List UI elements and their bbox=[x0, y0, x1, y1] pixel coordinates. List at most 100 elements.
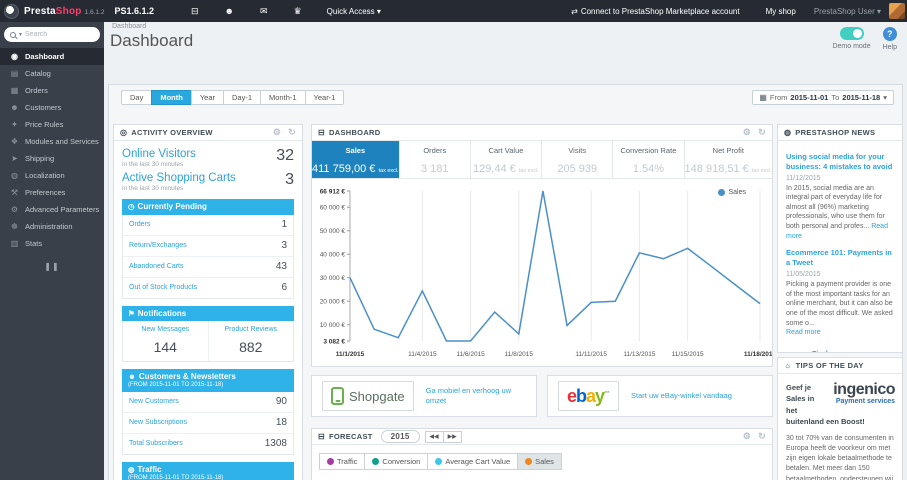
customers-quick-icon[interactable]: ☻ bbox=[225, 6, 234, 16]
ebay-letter: e bbox=[567, 386, 577, 406]
tab-cart-value[interactable]: Cart Value 129,44 € tax excl. bbox=[471, 141, 543, 178]
sidebar-item-catalog[interactable]: ▤ Catalog bbox=[0, 65, 104, 82]
news-article-title[interactable]: Ecommerce 101: Payments in a Tweet bbox=[786, 248, 895, 268]
tab-sales[interactable]: Sales 411 759,00 € tax excl. bbox=[312, 141, 400, 178]
tab-orders[interactable]: Orders 3 181 bbox=[400, 141, 471, 178]
sidebar-item-preferences[interactable]: ⚒ Preferences bbox=[0, 184, 104, 201]
sidebar-search[interactable]: ▾ bbox=[4, 27, 100, 42]
sidebar-item-label: Price Rules bbox=[25, 120, 64, 129]
excerpt-text: Picking a payment provider is one of the… bbox=[786, 280, 893, 327]
breadcrumb[interactable]: Dashboard bbox=[112, 23, 146, 30]
product-reviews-value: 882 bbox=[239, 339, 263, 356]
demo-mode-toggle[interactable] bbox=[839, 27, 864, 40]
filter-year-button[interactable]: Year bbox=[190, 90, 224, 105]
user-avatar[interactable] bbox=[889, 3, 905, 19]
sidebar-item-label: Preferences bbox=[25, 188, 66, 197]
shopgate-phone-icon bbox=[331, 387, 344, 405]
new-subscriptions-link[interactable]: New Subscriptions bbox=[129, 419, 187, 426]
tab-conversion-rate[interactable]: Conversion Rate 1.54% bbox=[613, 141, 685, 178]
tab-label: Cart Value bbox=[488, 146, 524, 155]
date-range-picker[interactable]: ▦ From 2015-11-01 To 2015-11-18 ▾ bbox=[752, 90, 894, 105]
read-more-link[interactable]: Read more bbox=[786, 329, 821, 336]
search-scope-caret-icon[interactable]: ▾ bbox=[19, 31, 22, 38]
person-icon: ☻ bbox=[128, 372, 136, 382]
user-menu[interactable]: PrestaShop User ▾ bbox=[814, 7, 881, 16]
sidebar-item-administration[interactable]: ☸ Administration bbox=[0, 218, 104, 235]
conversion-dot-icon bbox=[372, 458, 380, 465]
sidebar-item-modules[interactable]: ❖ Modules and Services bbox=[0, 133, 104, 150]
gear-icon[interactable]: ⚙ bbox=[743, 431, 751, 442]
filter-year-1-button[interactable]: Year-1 bbox=[304, 90, 345, 105]
refresh-icon[interactable]: ↻ bbox=[758, 127, 766, 138]
svg-text:40 000 €: 40 000 € bbox=[320, 252, 346, 259]
new-messages-link[interactable]: New Messages bbox=[125, 326, 206, 333]
quick-access-menu[interactable]: Quick Access ▾ bbox=[327, 7, 381, 16]
filter-day-1-button[interactable]: Day-1 bbox=[223, 90, 262, 105]
refresh-icon[interactable]: ↻ bbox=[758, 431, 766, 442]
traffic-header: ◍ Traffic (FROM 2015-11-01 TO 2015-11-18) bbox=[122, 461, 294, 480]
sidebar-item-stats[interactable]: ▥ Stats bbox=[0, 235, 104, 252]
returns-link[interactable]: Return/Exchanges bbox=[129, 242, 187, 249]
sidebar-item-shipping[interactable]: ➤ Shipping bbox=[0, 150, 104, 167]
pending-orders-link[interactable]: Orders bbox=[129, 221, 150, 228]
price-rules-icon: ✦ bbox=[11, 120, 18, 129]
product-reviews-link[interactable]: Product Reviews bbox=[211, 326, 292, 333]
collapse-menu-icon[interactable]: ❚❚ bbox=[0, 262, 104, 271]
quick-access-label: Quick Access bbox=[326, 6, 375, 16]
forecast-next-button[interactable]: ▶▶ bbox=[442, 430, 462, 443]
tab-value: 411 759,00 € bbox=[312, 163, 376, 175]
forecast-toggle-traffic[interactable]: Traffic bbox=[319, 453, 366, 470]
tab-value: 205 939 bbox=[557, 163, 598, 175]
filter-month-button[interactable]: Month bbox=[151, 90, 192, 105]
forecast-toggle-sales[interactable]: Sales bbox=[517, 453, 562, 470]
abandoned-carts-link[interactable]: Abandoned Carts bbox=[129, 263, 183, 270]
new-customers-link[interactable]: New Customers bbox=[129, 398, 179, 405]
sidebar-item-orders[interactable]: ▦ Orders bbox=[0, 82, 104, 99]
marketplace-link[interactable]: ⇄ Connect to PrestaShop Marketplace accou… bbox=[571, 7, 739, 16]
sidebar-item-dashboard[interactable]: ◉ Dashboard bbox=[0, 48, 104, 65]
sidebar-item-label: Administration bbox=[25, 222, 73, 231]
sidebar-item-advanced-parameters[interactable]: ⚙ Advanced Parameters bbox=[0, 201, 104, 218]
pending-row-out-of-stock: Out of Stock Products 6 bbox=[123, 278, 293, 298]
sidebar-item-localization[interactable]: ◍ Localization bbox=[0, 167, 104, 184]
tab-net-profit[interactable]: Net Profit 148 918,51 € tax excl. bbox=[685, 141, 772, 178]
tab-visits[interactable]: Visits 205 939 bbox=[542, 141, 614, 178]
ebay-link[interactable]: Start uw eBay-winkel vandaag bbox=[631, 391, 732, 401]
tips-panel-title: TIPS OF THE DAY bbox=[795, 361, 864, 370]
new-messages-cell: New Messages 144 bbox=[123, 321, 209, 362]
chart-legend-sales[interactable]: Sales bbox=[718, 189, 746, 196]
forecast-year[interactable]: 2015 bbox=[380, 430, 420, 443]
forecast-prev-button[interactable]: ◀◀ bbox=[424, 430, 444, 443]
rss-icon: ◍ bbox=[784, 128, 792, 137]
filter-day-button[interactable]: Day bbox=[121, 90, 153, 105]
online-visitors-link[interactable]: Online Visitors bbox=[122, 148, 196, 160]
sidebar-item-label: Orders bbox=[25, 86, 48, 95]
forecast-toggle-conversion[interactable]: Conversion bbox=[364, 453, 429, 470]
active-carts-link[interactable]: Active Shopping Carts bbox=[122, 172, 236, 184]
trophy-icon[interactable]: ♛ bbox=[294, 6, 302, 17]
brand-link[interactable]: PrestaShop bbox=[24, 6, 82, 17]
shopgate-link[interactable]: Ga mobiel en verhoog uw omzet bbox=[426, 386, 526, 406]
shopgate-logo: Shopgate bbox=[322, 381, 414, 411]
find-more-news-link[interactable]: Find more news bbox=[786, 349, 895, 352]
tab-label: Orders bbox=[423, 146, 447, 155]
messages-icon[interactable]: ✉ bbox=[260, 6, 268, 17]
refresh-icon[interactable]: ↻ bbox=[288, 127, 296, 138]
sidebar-item-customers[interactable]: ☻ Customers bbox=[0, 99, 104, 116]
my-shop-link[interactable]: My shop bbox=[766, 7, 796, 16]
search-input[interactable] bbox=[25, 31, 94, 38]
total-subscribers-link[interactable]: Total Subscribers bbox=[129, 440, 183, 447]
filter-month-1-button[interactable]: Month-1 bbox=[260, 90, 306, 105]
advanced-parameters-icon: ⚙ bbox=[10, 205, 19, 214]
gear-icon[interactable]: ⚙ bbox=[743, 127, 751, 138]
prestashop-logo-icon[interactable] bbox=[4, 3, 19, 19]
stats-icon: ▥ bbox=[10, 239, 19, 248]
help-icon[interactable]: ? bbox=[882, 27, 897, 41]
forecast-toggle-average-cart-value[interactable]: Average Cart Value bbox=[427, 453, 519, 470]
cart-icon[interactable]: ⊟ bbox=[191, 6, 199, 17]
out-of-stock-link[interactable]: Out of Stock Products bbox=[129, 284, 197, 291]
news-article-title[interactable]: Using social media for your business: 4 … bbox=[786, 152, 895, 172]
sidebar-item-price-rules[interactable]: ✦ Price Rules bbox=[0, 116, 104, 133]
ebay-trademark: ™ bbox=[604, 391, 611, 397]
gear-icon[interactable]: ⚙ bbox=[273, 127, 281, 138]
